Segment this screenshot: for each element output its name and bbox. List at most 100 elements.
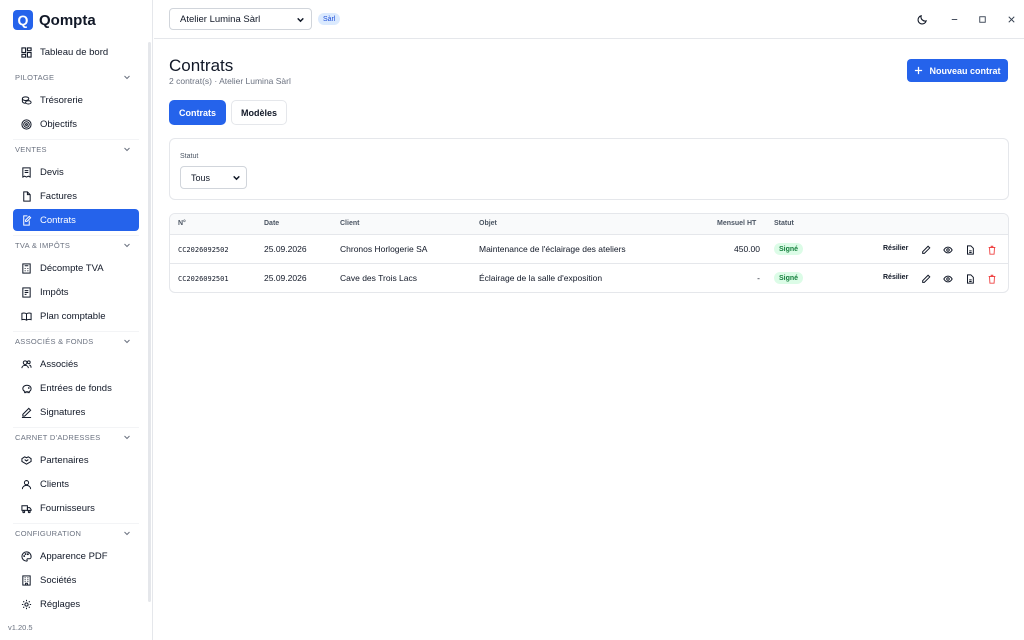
chevron-down-icon xyxy=(297,17,304,22)
file-edit-icon xyxy=(21,214,32,226)
sidebar-item-signatures[interactable]: Signatures xyxy=(13,401,139,423)
new-contract-button[interactable]: Nouveau contrat xyxy=(907,59,1008,82)
main-content: Contrats 2 contrat(s) · Atelier Lumina S… xyxy=(154,40,1024,640)
trash-icon[interactable] xyxy=(986,273,997,284)
sidebar-item-dashboard[interactable]: Tableau de bord xyxy=(13,41,139,63)
sidebar-item-fournisseurs[interactable]: Fournisseurs xyxy=(13,497,139,519)
app-logo: Q xyxy=(13,10,33,30)
sidebar-item-entrees-fonds[interactable]: Entrées de fonds xyxy=(13,377,139,399)
company-select[interactable]: Atelier Lumina Sàrl xyxy=(169,8,312,30)
new-contract-label: Nouveau contrat xyxy=(929,65,1001,76)
trash-icon[interactable] xyxy=(986,244,997,255)
section-configuration[interactable]: CONFIGURATION xyxy=(15,526,131,540)
table-row[interactable]: CC2026092502 25.09.2026 Chronos Horloger… xyxy=(170,235,1008,264)
terminate-button[interactable]: Résilier xyxy=(883,274,908,281)
sidebar-item-apparence-pdf[interactable]: Apparence PDF xyxy=(13,545,139,567)
sidebar-item-reglages[interactable]: Réglages xyxy=(13,593,139,615)
sidebar-item-partenaires[interactable]: Partenaires xyxy=(13,449,139,471)
sidebar-item-societes[interactable]: Sociétés xyxy=(13,569,139,591)
piggy-bank-icon xyxy=(21,383,32,394)
maximize-icon xyxy=(978,15,986,23)
contract-mensuel: 450.00 xyxy=(734,244,760,254)
app-version: v1.20.5 xyxy=(8,623,33,632)
sidebar-item-clients[interactable]: Clients xyxy=(13,473,139,495)
tab-contrats[interactable]: Contrats xyxy=(169,100,227,125)
sidebar-item-associes[interactable]: Associés xyxy=(13,353,139,375)
section-carnet[interactable]: CARNET D'ADRESSES xyxy=(15,430,131,444)
column-header-objet[interactable]: Objet xyxy=(479,220,497,227)
terminate-button[interactable]: Résilier xyxy=(883,245,908,252)
contract-number: CC2026092501 xyxy=(178,275,229,283)
minimize-icon xyxy=(951,18,957,20)
brand[interactable]: Q Qompta xyxy=(13,10,96,30)
eye-icon[interactable] xyxy=(942,273,953,284)
column-header-mensuel[interactable]: Mensuel HT xyxy=(717,220,756,227)
contract-objet: Maintenance de l'éclairage des ateliers xyxy=(479,244,626,254)
pdf-file-icon[interactable] xyxy=(964,273,975,284)
table-row[interactable]: CC2026092501 25.09.2026 Cave des Trois L… xyxy=(170,264,1008,292)
sidebar-item-label: Trésorerie xyxy=(40,94,83,106)
plus-icon xyxy=(915,66,923,75)
page-title: Contrats xyxy=(169,56,234,75)
eye-icon[interactable] xyxy=(942,244,953,255)
sidebar-item-impots[interactable]: Impôts xyxy=(13,281,139,303)
section-title: VENTES xyxy=(15,144,47,154)
sidebar-item-label: Factures xyxy=(40,190,77,202)
column-header-num[interactable]: N° xyxy=(178,220,186,227)
section-ventes[interactable]: VENTES xyxy=(15,142,131,156)
close-button[interactable] xyxy=(1004,12,1018,26)
close-icon xyxy=(1007,15,1015,23)
target-icon xyxy=(21,118,32,130)
sidebar-item-label: Tableau de bord xyxy=(40,46,109,58)
column-header-client[interactable]: Client xyxy=(340,220,359,227)
chevron-down-icon xyxy=(233,175,240,181)
section-pilotage[interactable]: PILOTAGE xyxy=(15,70,131,84)
sidebar-item-label: Signatures xyxy=(40,406,86,418)
pdf-file-icon[interactable] xyxy=(964,244,975,255)
sidebar-item-devis[interactable]: Devis xyxy=(13,161,139,183)
section-title: PILOTAGE xyxy=(15,72,55,82)
sidebar-item-objectifs[interactable]: Objectifs xyxy=(13,113,139,135)
sidebar-item-label: Plan comptable xyxy=(40,310,106,322)
sidebar-item-label: Décompte TVA xyxy=(40,262,104,274)
sidebar-scrollbar[interactable] xyxy=(148,42,151,602)
column-header-statut[interactable]: Statut xyxy=(774,220,794,227)
sidebar-item-label: Sociétés xyxy=(40,574,77,586)
building-icon xyxy=(21,574,32,586)
contract-client: Cave des Trois Lacs xyxy=(340,273,418,283)
section-tva[interactable]: TVA & IMPÔTS xyxy=(15,238,131,252)
chevron-down-icon xyxy=(124,435,130,440)
tab-modeles[interactable]: Modèles xyxy=(231,100,288,125)
status-filter-value: Tous xyxy=(191,172,211,183)
chevron-down-icon xyxy=(124,531,130,536)
sidebar-item-factures[interactable]: Factures xyxy=(13,185,139,207)
sidebar-item-label: Devis xyxy=(40,166,64,178)
edit-icon[interactable] xyxy=(920,244,931,255)
chevron-down-icon xyxy=(124,147,130,152)
gear-icon xyxy=(21,599,32,610)
sidebar-item-label: Partenaires xyxy=(40,454,89,466)
sidebar-item-plan-comptable[interactable]: Plan comptable xyxy=(13,305,139,327)
minimize-button[interactable] xyxy=(947,12,961,26)
sidebar-item-label: Fournisseurs xyxy=(40,502,95,514)
chevron-down-icon xyxy=(124,339,130,344)
sidebar-item-label: Apparence PDF xyxy=(40,550,108,562)
theme-toggle-button[interactable] xyxy=(915,12,929,26)
handshake-icon xyxy=(21,455,32,466)
status-filter-select[interactable]: Tous xyxy=(180,166,247,189)
section-associes[interactable]: ASSOCIÉS & FONDS xyxy=(15,334,131,348)
status-badge: Signé xyxy=(774,272,804,284)
coins-icon xyxy=(21,95,32,106)
maximize-button[interactable] xyxy=(975,12,989,26)
sidebar-item-label: Contrats xyxy=(40,214,76,226)
dashboard-icon xyxy=(21,46,32,58)
status-badge: Signé xyxy=(774,243,804,255)
page-subtitle: 2 contrat(s) · Atelier Lumina Sàrl xyxy=(169,76,291,86)
file-icon xyxy=(21,190,32,202)
column-header-date[interactable]: Date xyxy=(264,220,279,227)
edit-icon[interactable] xyxy=(920,273,931,284)
sidebar-item-contrats[interactable]: Contrats xyxy=(13,209,139,231)
sidebar-item-decompte-tva[interactable]: Décompte TVA xyxy=(13,257,139,279)
contract-date: 25.09.2026 xyxy=(264,244,307,254)
sidebar-item-tresorerie[interactable]: Trésorerie xyxy=(13,89,139,111)
